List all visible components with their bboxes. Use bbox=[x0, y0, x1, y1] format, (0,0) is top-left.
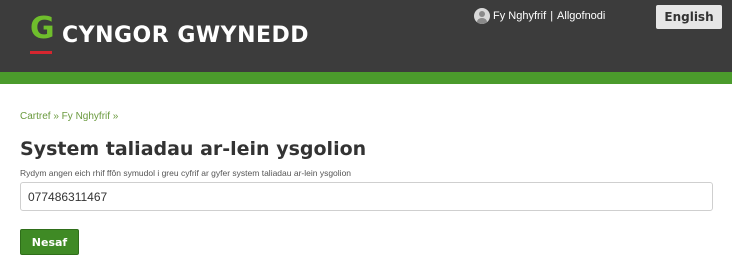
link-separator: | bbox=[550, 10, 554, 22]
site-header: G CYNGOR GWYNEDD Fy Nghyfrif | Allgofnod… bbox=[0, 0, 732, 72]
phone-help-text: Rydym angen eich rhif ffôn symudol i gre… bbox=[20, 168, 352, 178]
breadcrumb[interactable]: Cartref » Fy Nghyfrif » bbox=[20, 111, 118, 122]
next-button[interactable]: Nesaf bbox=[20, 229, 79, 255]
logo-text: CYNGOR GWYNEDD bbox=[62, 22, 310, 48]
logo-icon: G bbox=[30, 14, 55, 54]
my-account-link[interactable]: Fy Nghyfrif bbox=[493, 10, 546, 22]
logout-link[interactable]: Allgofnodi bbox=[557, 10, 605, 22]
user-icon bbox=[474, 8, 490, 24]
header-accent-bar bbox=[0, 72, 732, 84]
language-toggle-button[interactable]: English bbox=[656, 5, 722, 29]
page-title: System taliadau ar-lein ysgolion bbox=[20, 138, 367, 160]
council-logo[interactable]: G CYNGOR GWYNEDD bbox=[30, 14, 310, 54]
account-links: Fy Nghyfrif | Allgofnodi bbox=[474, 8, 605, 24]
mobile-number-input[interactable] bbox=[20, 182, 713, 211]
